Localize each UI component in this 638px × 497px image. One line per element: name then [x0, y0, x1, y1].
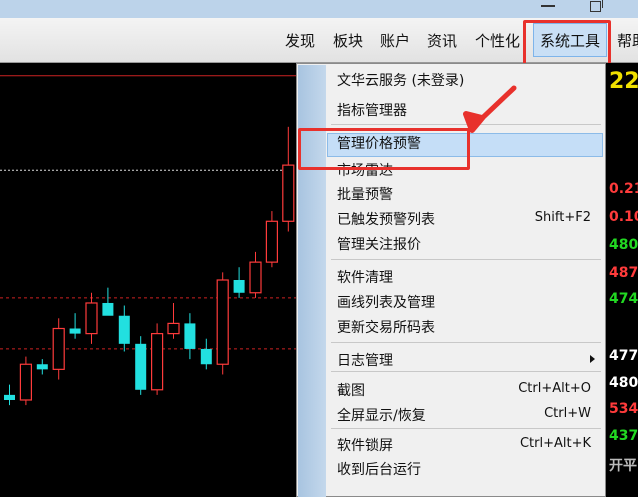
candle-body-0 [4, 394, 15, 400]
menu-item-14[interactable]: 收到后台运行 [337, 459, 421, 479]
menu-item-7[interactable]: 软件清理 [337, 267, 393, 287]
menu-separator [331, 259, 601, 260]
menu-discover[interactable]: 发现 [285, 30, 315, 51]
menu-item-9[interactable]: 更新交易所码表 [337, 317, 435, 337]
title-bar [0, 0, 638, 18]
candle-7 [118, 305, 130, 352]
candle-body-6 [102, 302, 114, 316]
menu-item-1[interactable]: 指标管理器 [337, 100, 407, 120]
candle-body-5 [85, 302, 98, 335]
quote-value-8: 437 [609, 428, 638, 444]
quote-value-9: 开平 [609, 458, 637, 474]
candle-9 [151, 323, 164, 395]
quote-value-0: 0.21 [609, 181, 638, 197]
candle-17 [282, 126, 295, 232]
menu-item-11[interactable]: 截图 [337, 380, 365, 400]
candle-body-16 [265, 220, 278, 263]
menu-sector[interactable]: 板块 [333, 30, 363, 51]
menu-item-12[interactable]: 全屏显示/恢复 [337, 405, 426, 425]
candle-body-13 [216, 279, 229, 365]
candle-1 [19, 356, 32, 406]
menu-item-4[interactable]: 批量预警 [337, 184, 393, 204]
candle-16 [265, 211, 278, 268]
candlestick-chart [0, 63, 296, 497]
candle-body-14 [233, 280, 245, 293]
candle-body-15 [249, 261, 262, 294]
candle-14 [233, 267, 245, 298]
quote-value-3: 487 [609, 265, 638, 281]
quote-value-2: 480 [609, 237, 638, 253]
candle-body-7 [118, 315, 130, 344]
menu-item-8[interactable]: 画线列表及管理 [337, 292, 435, 312]
candle-body-17 [282, 164, 295, 222]
menu-help[interactable]: 帮助 [617, 30, 638, 51]
quote-value-7: 534 [609, 401, 638, 417]
menu-item-10[interactable]: 日志管理 [337, 350, 393, 370]
quote-panel: 22 0.21 0.10 480 487 474 477 480 534 437 开平 [606, 63, 638, 497]
quote-value-4: 474 [609, 291, 638, 307]
quote-value-5: 477 [609, 348, 638, 364]
top-value: 22 [609, 69, 638, 94]
candle-body-8 [135, 343, 147, 390]
candle-8 [135, 336, 147, 395]
submenu-arrow-icon [590, 355, 595, 363]
candle-body-12 [200, 348, 212, 365]
candle-15 [249, 251, 262, 298]
restore-icon[interactable] [590, 0, 603, 12]
menu-item-13[interactable]: 软件锁屏 [337, 435, 393, 455]
candle-10 [167, 302, 180, 339]
candle-body-2 [36, 364, 48, 370]
quote-value-6: 480 [609, 375, 638, 391]
menu-item-6[interactable]: 管理关注报价 [337, 234, 421, 254]
quote-value-1: 0.10 [609, 209, 638, 225]
candle-4 [69, 313, 81, 339]
menu-separator [331, 124, 601, 125]
menu-item-0[interactable]: 文华云服务 (未登录) [337, 70, 464, 90]
menu-shortcut-12: Ctrl+W [544, 406, 591, 421]
candle-body-4 [69, 328, 81, 334]
candle-6 [102, 287, 114, 316]
candle-13 [216, 272, 229, 375]
candle-body-11 [184, 323, 196, 349]
annotation-box-item [298, 128, 470, 170]
minimize-icon[interactable] [541, 2, 555, 7]
candle-body-3 [52, 327, 65, 370]
candle-12 [200, 338, 212, 370]
candle-2 [36, 359, 48, 375]
menu-news[interactable]: 资讯 [427, 30, 457, 51]
candle-body-1 [19, 363, 32, 401]
menu-shortcut-5: Shift+F2 [534, 210, 591, 225]
candle-body-9 [151, 333, 164, 391]
menu-separator [331, 371, 601, 372]
menu-account[interactable]: 账户 [380, 30, 410, 51]
candle-0 [4, 384, 15, 406]
menu-separator [331, 428, 601, 429]
menu-separator [331, 342, 601, 343]
menu-shortcut-13: Ctrl+Alt+K [519, 436, 591, 451]
candle-body-10 [167, 322, 180, 335]
menu-personalize[interactable]: 个性化 [475, 30, 520, 51]
candle-3 [52, 318, 65, 380]
menu-item-5[interactable]: 已触发预警列表 [337, 209, 435, 229]
candle-5 [85, 292, 98, 344]
candle-11 [184, 313, 196, 360]
menu-shortcut-11: Ctrl+Alt+O [518, 381, 591, 396]
